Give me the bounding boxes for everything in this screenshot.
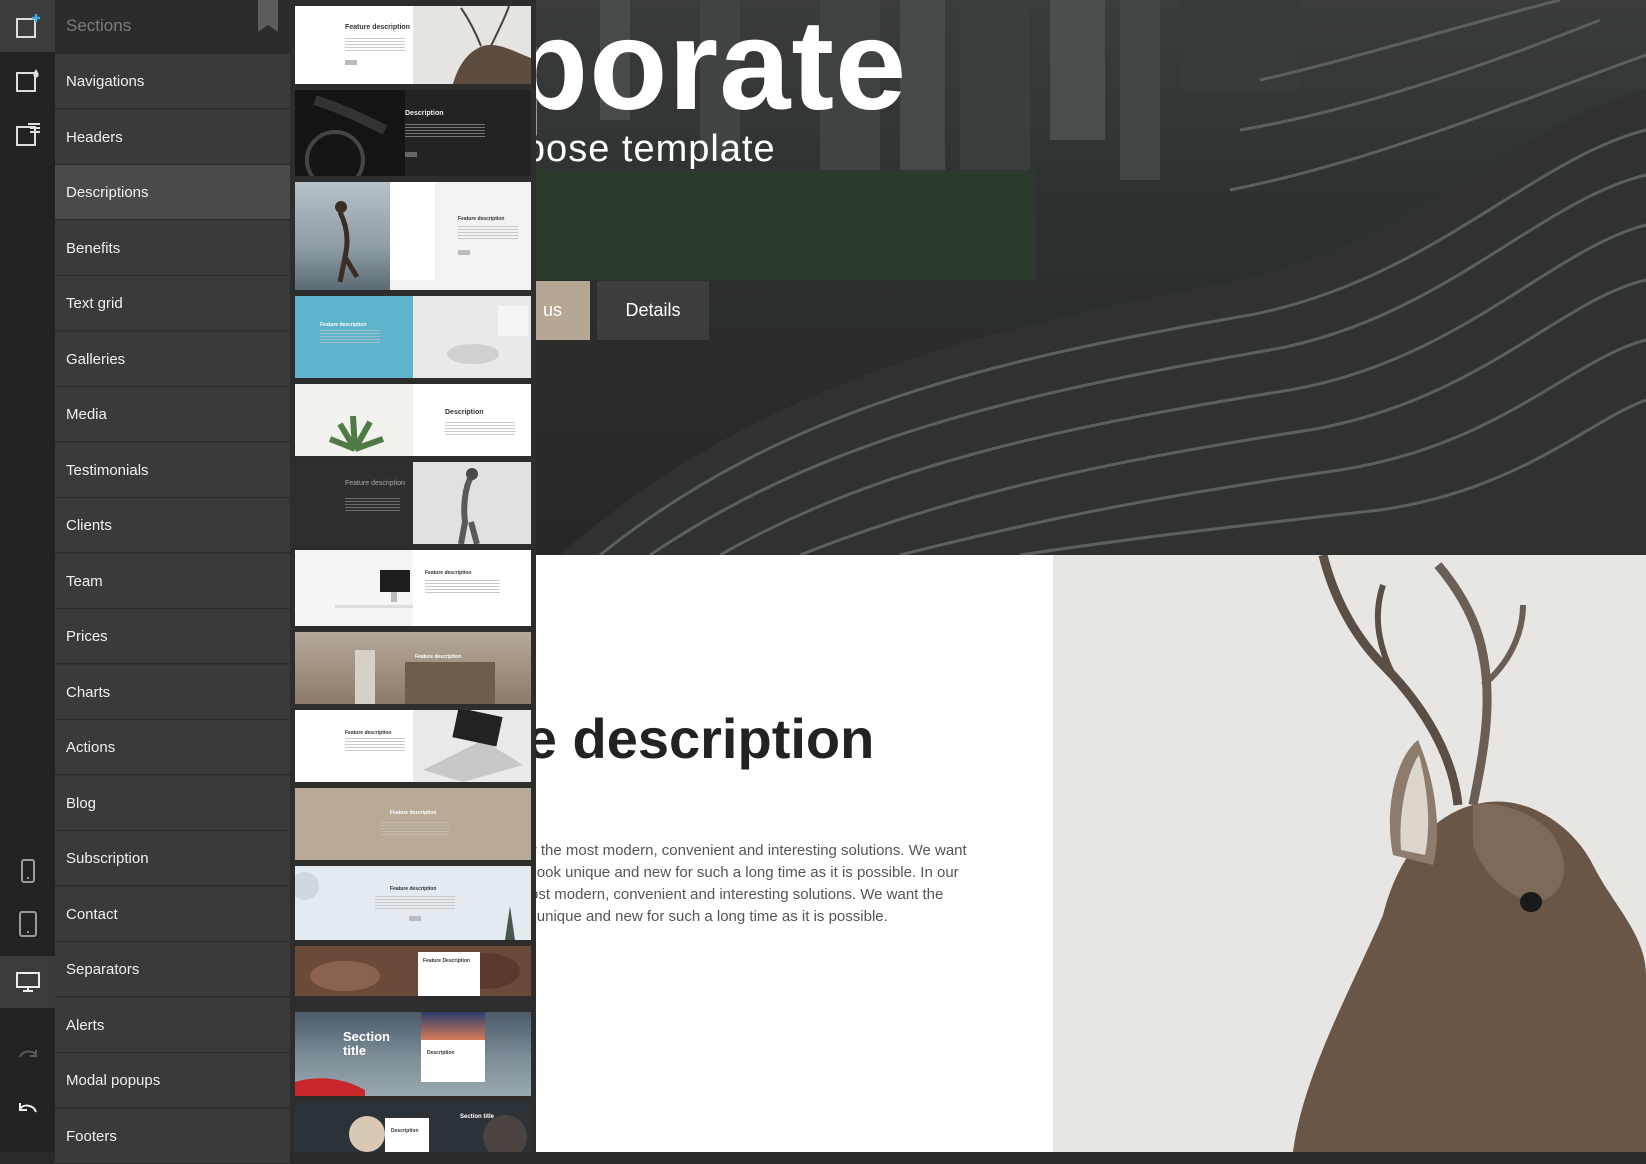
thumbnail[interactable]: Feature description: [295, 550, 531, 626]
details-button[interactable]: Details: [597, 281, 709, 340]
thumbnail-image: [413, 296, 531, 378]
thumbnail-title: Feature description: [320, 322, 367, 328]
undo-icon[interactable]: [0, 1082, 55, 1134]
thumbnail-title: Feature Description: [423, 958, 470, 964]
menu-item-prices[interactable]: Prices: [55, 609, 290, 664]
thumbnail-title: Feature description: [345, 480, 405, 487]
menu-item-benefits[interactable]: Benefits: [55, 221, 290, 276]
thumbnail[interactable]: Description: [295, 90, 531, 176]
thumbnail[interactable]: Feature description: [295, 6, 531, 84]
thumbnail-title: Section title: [343, 1029, 390, 1058]
thumbnail[interactable]: Description Section title: [295, 1102, 531, 1152]
thumbnail-card: Description: [421, 1012, 485, 1082]
thumbnail-text: [458, 226, 518, 240]
thumbnail-button: [405, 152, 417, 157]
thumbnail-card-image: [421, 1012, 485, 1040]
thumbnail-text: [320, 330, 380, 344]
thumbnail-card: Description: [385, 1118, 429, 1152]
tablet-view-icon[interactable]: [0, 898, 55, 950]
thumbnail[interactable]: Feature description: [295, 462, 531, 544]
thumbnail-image: [413, 6, 531, 84]
menu-item-clients[interactable]: Clients: [55, 498, 290, 553]
thumbnail-text: [405, 124, 485, 138]
thumbnail-text: [345, 738, 405, 752]
menu-item-navigations[interactable]: Navigations: [55, 54, 290, 109]
thumbnail-title: Description: [391, 1128, 419, 1134]
section-thumbnails: Feature description Description Feature …: [290, 0, 536, 1152]
thumbnail[interactable]: Feature Description: [295, 946, 531, 996]
thumbnail-image: [355, 650, 495, 704]
editor-toolbar: [0, 0, 55, 1152]
menu-item-galleries[interactable]: Galleries: [55, 332, 290, 387]
menu-item-subscription[interactable]: Subscription: [55, 831, 290, 886]
thumbnail[interactable]: Section title Description: [295, 1012, 531, 1096]
thumbnail-subtitle: Description: [427, 1050, 455, 1056]
thumbnail[interactable]: Feature description: [295, 866, 531, 940]
thumbnail-image: [295, 550, 413, 626]
menu-item-charts[interactable]: Charts: [55, 665, 290, 720]
thumbnail-title: Feature description: [390, 810, 437, 816]
sections-header-label: Sections: [66, 16, 132, 35]
thumbnail-text: [345, 498, 400, 512]
thumbnail[interactable]: Feature description: [295, 710, 531, 782]
menu-item-modal-popups[interactable]: Modal popups: [55, 1053, 290, 1108]
thumbnail-text: [345, 38, 405, 52]
thumbnail-title: Feature description: [345, 24, 410, 31]
thumbnail-image: [413, 710, 531, 782]
color-theme-icon[interactable]: [0, 54, 55, 106]
menu-item-team[interactable]: Team: [55, 554, 290, 609]
thumbnail-button: [345, 60, 357, 65]
thumbnail-title: Feature description: [425, 570, 472, 576]
thumbnail[interactable]: Feature description: [295, 632, 531, 704]
mobile-view-icon[interactable]: [0, 845, 55, 897]
thumbnail-image: [295, 182, 390, 290]
menu-item-headers[interactable]: Headers: [55, 110, 290, 165]
thumbnail-subtitle: Section title: [460, 1114, 495, 1120]
menu-item-descriptions[interactable]: Descriptions: [55, 165, 290, 220]
thumbnail[interactable]: Feature description: [295, 182, 531, 290]
thumbnail-image: [295, 90, 405, 176]
thumbnail-text: [375, 896, 455, 910]
thumbnail-text: [380, 822, 450, 836]
thumbnail-image: [295, 384, 413, 456]
bookmark-icon[interactable]: [258, 0, 278, 32]
thumbnail-button: [458, 250, 470, 255]
thumbnail-title: Feature description: [415, 654, 462, 660]
thumbnail-title: Description: [405, 110, 444, 117]
deer-image: [1053, 555, 1646, 1152]
thumbnail-image: [295, 1078, 365, 1096]
thumbnail-title: Feature description: [345, 730, 392, 736]
thumbnail-card: [390, 182, 435, 280]
menu-item-separators[interactable]: Separators: [55, 942, 290, 997]
thumbnail-button: [409, 916, 421, 921]
page-settings-icon[interactable]: [0, 108, 55, 160]
menu-item-alerts[interactable]: Alerts: [55, 998, 290, 1053]
add-section-icon[interactable]: [0, 0, 55, 52]
thumbnail-title: Feature description: [390, 886, 437, 892]
thumbnail-image: [310, 953, 520, 991]
thumbnail-image: [413, 462, 531, 544]
menu-item-testimonials[interactable]: Testimonials: [55, 443, 290, 498]
menu-item-actions[interactable]: Actions: [55, 720, 290, 775]
sections-menu: Sections Navigations Headers Description…: [55, 0, 290, 1164]
menu-item-media[interactable]: Media: [55, 387, 290, 442]
desktop-view-icon[interactable]: [0, 956, 55, 1008]
thumbnail[interactable]: Feature description: [295, 788, 531, 860]
menu-item-blog[interactable]: Blog: [55, 776, 290, 831]
redo-icon[interactable]: [0, 1028, 55, 1080]
thumbnail[interactable]: Feature description: [295, 296, 531, 378]
menu-item-contact[interactable]: Contact: [55, 887, 290, 942]
thumbnail-title: Feature description: [458, 216, 505, 222]
thumbnail[interactable]: Description: [295, 384, 531, 456]
menu-item-footers[interactable]: Footers: [55, 1109, 290, 1164]
thumbnail-title: Description: [445, 409, 484, 416]
thumbnail-text: [425, 580, 500, 594]
sections-header: Sections: [55, 0, 290, 54]
menu-item-text-grid[interactable]: Text grid: [55, 276, 290, 331]
thumbnail-text: [445, 422, 515, 436]
